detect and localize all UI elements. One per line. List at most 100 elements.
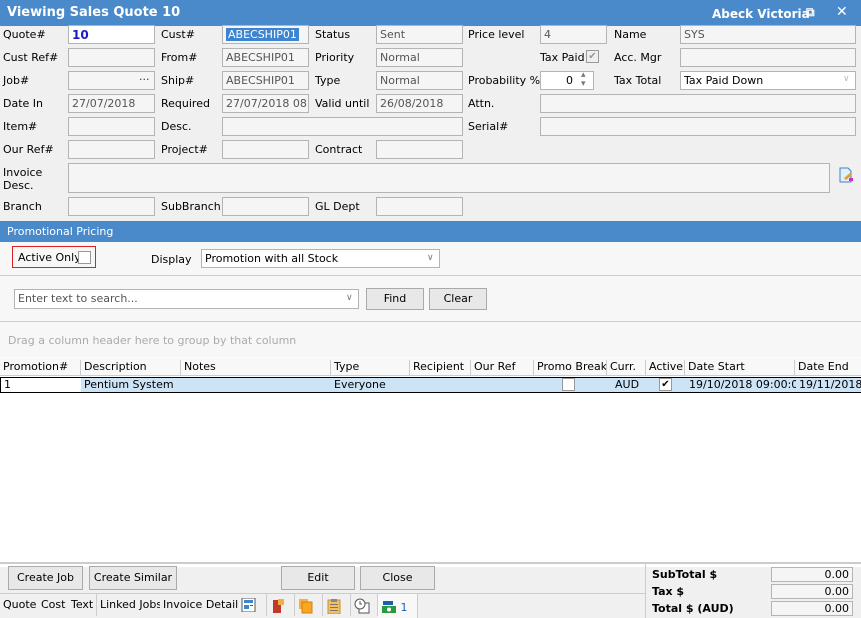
tab-clipboard-icon[interactable] [323, 594, 351, 616]
create-job-button[interactable]: Create Job [8, 566, 83, 590]
column-header-notes[interactable]: Notes [181, 360, 331, 376]
serial-label: Serial# [468, 120, 509, 133]
tab-quote[interactable]: Quote [0, 594, 41, 616]
column-header-promo-break[interactable]: Promo Break [534, 360, 607, 376]
desc-field[interactable] [222, 117, 463, 136]
active-checkbox[interactable]: ✔ [659, 378, 672, 391]
probability-spinner-icon[interactable]: ▴ ▾ [581, 71, 586, 89]
tab-promotions[interactable]: 1 [378, 594, 418, 618]
price-level-label: Price level [468, 28, 525, 41]
active-only-label: Active Only [18, 251, 81, 264]
column-header-curr[interactable]: Curr. [607, 360, 646, 376]
serial-field[interactable] [540, 117, 856, 136]
job-browse-button[interactable]: ··· [139, 73, 150, 86]
cell-date-end[interactable]: 19/11/2018 09:00:00 [796, 378, 861, 392]
cell-notes[interactable] [181, 378, 331, 392]
cell-recipient[interactable] [410, 378, 471, 392]
chevron-down-icon[interactable]: ∨ [346, 293, 353, 303]
create-similar-button[interactable]: Create Similar [89, 566, 177, 590]
quote-number-field[interactable]: 10 [68, 25, 155, 44]
gl-dept-field[interactable] [376, 197, 463, 216]
acc-mgr-field[interactable] [680, 48, 856, 67]
edit-button[interactable]: Edit [281, 566, 355, 590]
valid-until-field[interactable]: 26/08/2018 [376, 94, 463, 113]
type-field[interactable]: Normal [376, 71, 463, 90]
job-label: Job# [3, 74, 30, 87]
subbranch-label: SubBranch [161, 200, 221, 213]
chevron-down-icon[interactable]: ∨ [427, 253, 434, 263]
required-label: Required [161, 97, 210, 110]
invoice-desc-field[interactable] [68, 163, 830, 193]
tab-schedule-icon[interactable] [351, 594, 378, 616]
column-header-date-start[interactable]: Date Start [685, 360, 795, 376]
promo-break-checkbox[interactable] [562, 378, 575, 391]
cell-promotion[interactable]: 1 [0, 378, 81, 392]
tax-total-select[interactable]: Tax Paid Down [680, 71, 856, 90]
status-field[interactable]: Sent [376, 25, 463, 44]
tax-paid-checkbox[interactable]: ✔ [586, 50, 599, 63]
cust-label: Cust# [161, 28, 195, 41]
active-only-checkbox[interactable] [78, 251, 91, 264]
name-field[interactable]: SYS [680, 25, 856, 44]
tab-invoice-details[interactable]: Invoice Details [160, 594, 248, 616]
column-header-our-ref[interactable]: Our Ref [471, 360, 534, 376]
cust-ref-field[interactable] [68, 48, 155, 67]
acc-mgr-label: Acc. Mgr [614, 51, 662, 64]
cell-curr[interactable]: AUD [612, 378, 651, 392]
tab-form-icon[interactable] [238, 594, 267, 616]
divider [0, 275, 861, 276]
close-button[interactable]: Close [360, 566, 435, 590]
close-icon[interactable]: ✕ [836, 4, 848, 20]
project-field[interactable] [222, 140, 309, 159]
form-icon [241, 597, 256, 613]
from-label: From# [161, 51, 198, 64]
cust-ref-label: Cust Ref# [3, 51, 59, 64]
tab-text[interactable]: Text [68, 594, 98, 616]
contract-field[interactable] [376, 140, 463, 159]
find-button[interactable]: Find [366, 288, 424, 310]
our-ref-field[interactable] [68, 140, 155, 159]
tab-book-icon[interactable] [267, 594, 295, 616]
restore-icon[interactable]: ⧉ [806, 5, 815, 20]
cell-date-start[interactable]: 19/10/2018 09:00:00 [686, 378, 796, 392]
clear-button[interactable]: Clear [429, 288, 487, 310]
cell-our-ref[interactable] [471, 378, 534, 392]
window-title: Viewing Sales Quote 10 [7, 5, 181, 20]
price-level-field[interactable]: 4 [540, 25, 607, 44]
tab-copies-icon[interactable] [295, 594, 323, 616]
date-in-field[interactable]: 27/07/2018 [68, 94, 155, 113]
column-header-type[interactable]: Type [331, 360, 410, 376]
tab-cost[interactable]: Cost [38, 594, 70, 616]
column-header-description[interactable]: Description [81, 360, 181, 376]
probability-label: Probability % [468, 74, 541, 87]
subtotal-value: 0.00 [771, 567, 853, 582]
divider [0, 321, 861, 322]
column-header-recipient[interactable]: Recipient [410, 360, 471, 376]
chevron-down-icon[interactable]: ∨ [843, 74, 850, 84]
column-header-date-end[interactable]: Date End [795, 360, 861, 376]
book-icon [273, 599, 284, 613]
cell-type[interactable]: Everyone [331, 378, 410, 392]
subbranch-field[interactable] [222, 197, 309, 216]
attn-field[interactable] [540, 94, 856, 113]
invoice-desc-label-line1: Invoice [3, 166, 43, 179]
item-label: Item# [3, 120, 38, 133]
cell-description[interactable]: Pentium System [81, 378, 181, 392]
item-field[interactable] [68, 117, 155, 136]
tax-total-label: Tax Total [614, 74, 662, 87]
tab-linked-jobs[interactable]: Linked Jobs [97, 594, 167, 616]
ship-field[interactable]: ABECSHIP01 [222, 71, 309, 90]
clipboard-icon [327, 599, 341, 615]
branch-field[interactable] [68, 197, 155, 216]
required-field[interactable]: 27/07/2018 08:54 [222, 94, 309, 113]
edit-document-icon[interactable] [838, 167, 853, 183]
column-header-promotion[interactable]: Promotion# [0, 360, 81, 376]
priority-field[interactable]: Normal [376, 48, 463, 67]
cust-field[interactable]: ABECSHIP01 [222, 25, 309, 44]
column-header-active[interactable]: Active [646, 360, 685, 376]
gl-dept-label: GL Dept [315, 200, 360, 213]
tax-label: Tax $ [652, 585, 685, 598]
from-field[interactable]: ABECSHIP01 [222, 48, 309, 67]
display-select[interactable]: Promotion with all Stock [201, 249, 440, 268]
search-input[interactable]: Enter text to search... [14, 289, 359, 309]
